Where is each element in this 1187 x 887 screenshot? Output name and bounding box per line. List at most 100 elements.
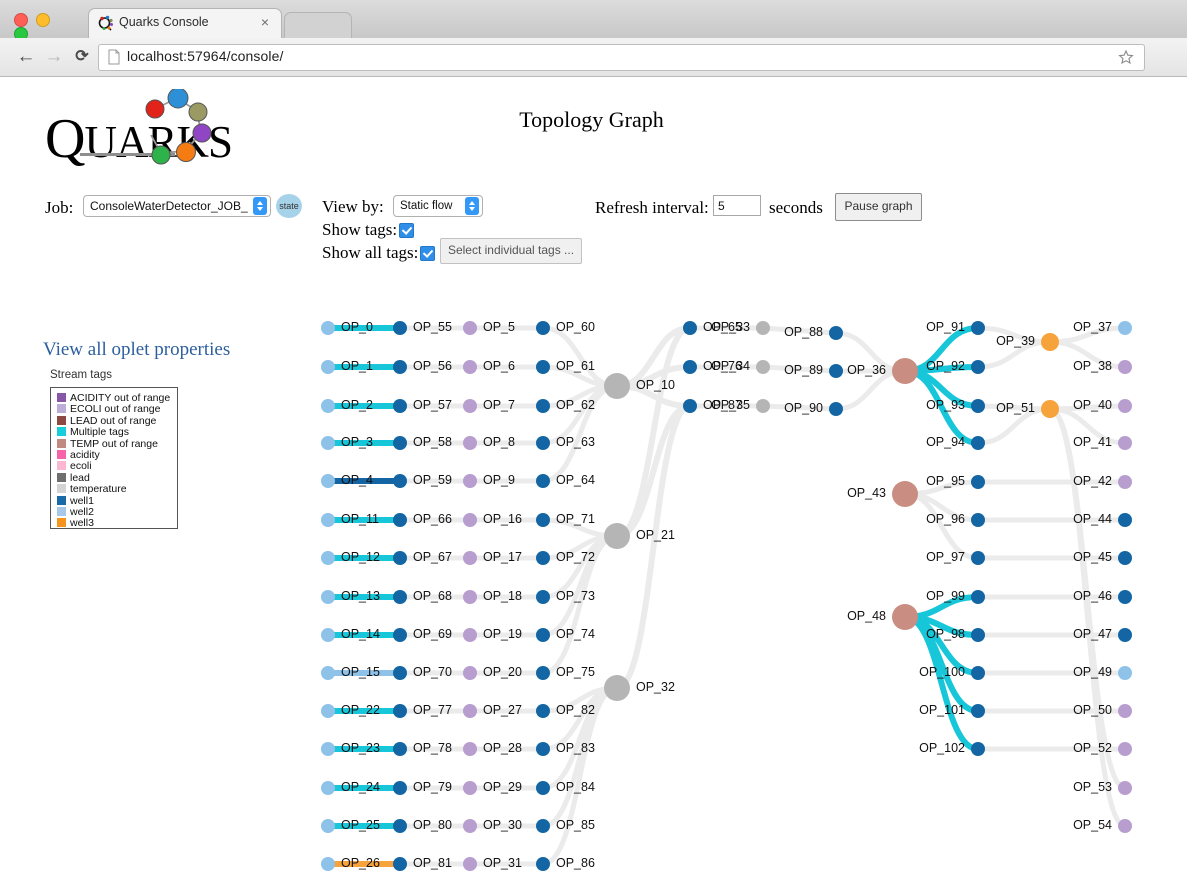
graph-node-op_58[interactable] <box>393 436 407 450</box>
graph-node-op_2[interactable] <box>321 399 335 413</box>
graph-node-op_95[interactable] <box>971 475 985 489</box>
legend-item[interactable]: Multiple tags <box>51 425 177 438</box>
graph-node-op_61[interactable] <box>536 360 550 374</box>
graph-node-op_20[interactable] <box>463 666 477 680</box>
legend-item[interactable]: ecoli <box>51 459 177 472</box>
legend-item[interactable]: well2 <box>51 505 177 518</box>
graph-node-op_96[interactable] <box>971 513 985 527</box>
graph-node-op_44[interactable] <box>1118 513 1132 527</box>
graph-node-op_83[interactable] <box>536 742 550 756</box>
graph-node-op_31[interactable] <box>463 857 477 871</box>
graph-node-op_27[interactable] <box>463 704 477 718</box>
graph-node-op_94[interactable] <box>971 436 985 450</box>
graph-node-op_0[interactable] <box>321 321 335 335</box>
graph-node-op_19[interactable] <box>463 628 477 642</box>
graph-node-op_79[interactable] <box>393 781 407 795</box>
graph-node-op_62[interactable] <box>536 399 550 413</box>
graph-node-op_30[interactable] <box>463 819 477 833</box>
graph-node-op_92[interactable] <box>971 360 985 374</box>
graph-node-op_64[interactable] <box>536 474 550 488</box>
graph-node-op_71[interactable] <box>536 513 550 527</box>
pause-graph-button[interactable]: Pause graph <box>835 193 922 221</box>
graph-node-op_13[interactable] <box>321 590 335 604</box>
graph-node-op_93[interactable] <box>971 399 985 413</box>
address-bar[interactable]: localhost:57964/console/ <box>98 44 1145 71</box>
graph-node-op_49[interactable] <box>1118 666 1132 680</box>
graph-node-op_15[interactable] <box>321 666 335 680</box>
graph-node-op_48[interactable] <box>892 604 918 630</box>
graph-node-op_26[interactable] <box>321 857 335 871</box>
graph-node-op_98[interactable] <box>971 628 985 642</box>
graph-node-op_32[interactable] <box>604 675 630 701</box>
graph-node-op_73[interactable] <box>536 590 550 604</box>
graph-node-op_46[interactable] <box>1118 590 1132 604</box>
view-all-oplet-properties-link[interactable]: View all oplet properties <box>43 339 230 361</box>
graph-node-op_28[interactable] <box>463 742 477 756</box>
graph-node-op_55[interactable] <box>393 321 407 335</box>
reload-button[interactable]: ⟳ <box>72 47 92 67</box>
graph-node-op_63[interactable] <box>536 436 550 450</box>
graph-node-op_74[interactable] <box>536 628 550 642</box>
graph-node-op_41[interactable] <box>1118 436 1132 450</box>
graph-node-op_77[interactable] <box>393 704 407 718</box>
legend-item[interactable]: TEMP out of range <box>51 437 177 449</box>
legend-item[interactable]: temperature <box>51 482 177 495</box>
graph-node-op_59[interactable] <box>393 474 407 488</box>
legend-item[interactable]: lead <box>51 471 177 484</box>
graph-node-op_4[interactable] <box>321 474 335 488</box>
graph-node-op_22[interactable] <box>321 704 335 718</box>
refresh-interval-input[interactable] <box>713 195 761 216</box>
graph-node-op_50[interactable] <box>1118 704 1132 718</box>
graph-node-op_10[interactable] <box>604 373 630 399</box>
graph-node-op_51[interactable] <box>1041 400 1059 418</box>
graph-node-op_38[interactable] <box>1118 360 1132 374</box>
graph-node-op_99[interactable] <box>971 590 985 604</box>
graph-node-op_70[interactable] <box>393 666 407 680</box>
minimize-window-button[interactable] <box>36 13 50 27</box>
browser-tab[interactable]: Quarks Console × <box>88 8 282 39</box>
graph-node-op_16[interactable] <box>463 513 477 527</box>
graph-node-op_88[interactable] <box>829 326 843 340</box>
graph-node-op_101[interactable] <box>971 704 985 718</box>
graph-node-op_45[interactable] <box>1118 551 1132 565</box>
graph-node-op_47[interactable] <box>1118 628 1132 642</box>
graph-node-op_82[interactable] <box>536 704 550 718</box>
show-all-tags-checkbox[interactable] <box>420 246 435 261</box>
graph-node-op_12[interactable] <box>321 551 335 565</box>
graph-node-op_17[interactable] <box>463 551 477 565</box>
graph-node-op_72[interactable] <box>536 551 550 565</box>
close-window-button[interactable] <box>14 13 28 27</box>
graph-node-op_23[interactable] <box>321 742 335 756</box>
graph-node-op_7[interactable] <box>463 399 477 413</box>
graph-node-op_85[interactable] <box>536 819 550 833</box>
graph-node-op_80[interactable] <box>393 819 407 833</box>
graph-node-op_75[interactable] <box>536 666 550 680</box>
state-badge[interactable]: state <box>276 194 302 218</box>
graph-node-op_36[interactable] <box>892 358 918 384</box>
graph-node-op_9[interactable] <box>463 474 477 488</box>
graph-node-op_84[interactable] <box>536 781 550 795</box>
bookmark-star-icon[interactable] <box>1118 49 1134 65</box>
graph-node-op_42[interactable] <box>1118 475 1132 489</box>
graph-node-op_29[interactable] <box>463 781 477 795</box>
graph-node-op_86[interactable] <box>536 857 550 871</box>
graph-node-op_89[interactable] <box>829 364 843 378</box>
graph-node-op_37[interactable] <box>1118 321 1132 335</box>
graph-node-op_5[interactable] <box>463 321 477 335</box>
graph-node-op_65[interactable] <box>683 321 697 335</box>
back-button[interactable]: ← <box>16 47 36 67</box>
legend-item[interactable]: well3 <box>51 516 177 529</box>
forward-button[interactable]: → <box>44 47 64 67</box>
graph-node-op_102[interactable] <box>971 742 985 756</box>
graph-node-op_39[interactable] <box>1041 333 1059 351</box>
graph-node-op_34[interactable] <box>756 360 770 374</box>
graph-node-op_14[interactable] <box>321 628 335 642</box>
graph-node-op_68[interactable] <box>393 590 407 604</box>
graph-node-op_43[interactable] <box>892 481 918 507</box>
graph-node-op_18[interactable] <box>463 590 477 604</box>
graph-node-op_78[interactable] <box>393 742 407 756</box>
select-individual-tags-button[interactable]: Select individual tags ... <box>440 238 582 264</box>
graph-node-op_97[interactable] <box>971 551 985 565</box>
graph-node-op_76[interactable] <box>683 360 697 374</box>
graph-node-op_60[interactable] <box>536 321 550 335</box>
